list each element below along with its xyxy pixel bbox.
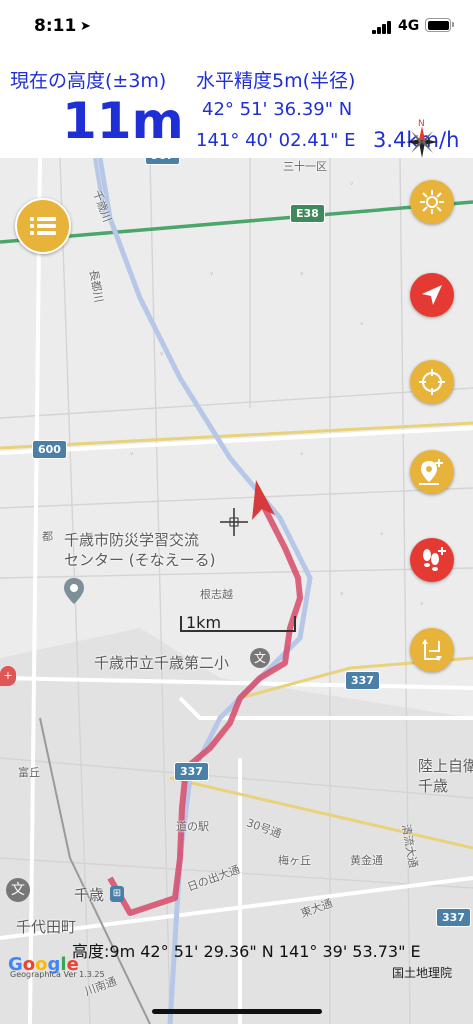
compass-north-label: N	[418, 119, 425, 129]
locate-button[interactable]	[410, 273, 454, 317]
target-icon	[419, 369, 445, 395]
altitude-label: 現在の高度(±3m)	[10, 70, 167, 92]
svg-text:ᵛ: ᵛ	[130, 451, 134, 461]
road-badge: 967	[145, 158, 180, 165]
map-label: 黄金通	[350, 854, 383, 867]
target-button[interactable]	[410, 360, 454, 404]
route-toggle-icon	[422, 639, 442, 661]
cursor-coordinates: 高度:9m 42° 51' 29.36" N 141° 39' 53.73" E	[72, 942, 421, 961]
compass-rose-button[interactable]	[410, 180, 454, 224]
scale-label: 1km	[186, 613, 222, 632]
location-services-icon: ➤	[80, 19, 91, 34]
map-label: 富丘	[18, 766, 40, 779]
poi-label: 千歳市立千歳第二小	[94, 654, 230, 672]
school-icon[interactable]: 文	[6, 878, 30, 902]
map-label: 都	[42, 530, 53, 543]
road-badge: 337	[436, 908, 471, 927]
altitude-value: 11m	[62, 92, 184, 150]
compass-rose-icon	[420, 190, 444, 214]
status-time: 8:11	[34, 16, 77, 36]
map-view[interactable]: ᵛᵛᵛ ᵛᵛᵛ ᵛᵛᵛ ᵛᵛᵛ 967 E38 600 337 337 337 …	[0, 158, 473, 1024]
hospital-icon[interactable]: +	[0, 666, 16, 686]
poi-label: 千歳市防災学習交流 センター (そなえーる)	[64, 531, 216, 569]
battery-icon	[425, 18, 454, 32]
svg-text:ᵛ: ᵛ	[340, 591, 344, 601]
map-label: 三十一区	[283, 160, 327, 173]
map-label: 梅ヶ丘	[278, 854, 311, 867]
road-badge: 337	[174, 762, 209, 781]
svg-text:ᵛ: ᵛ	[160, 351, 164, 361]
longitude-value: 141° 40' 02.41" E	[196, 130, 356, 151]
menu-button[interactable]	[15, 198, 71, 254]
svg-text:ᵛ: ᵛ	[350, 181, 354, 191]
status-bar: 8:11 ➤ 4G	[0, 0, 473, 52]
svg-text:ᵛ: ᵛ	[210, 271, 214, 281]
map-label: 千代田町	[16, 918, 77, 936]
svg-text:ᵛ: ᵛ	[420, 601, 424, 611]
map-label: 道の駅	[176, 820, 209, 833]
location-arrow-icon	[422, 285, 442, 305]
map-label: 根志越	[200, 588, 233, 601]
home-indicator[interactable]	[152, 1009, 322, 1014]
add-track-button[interactable]	[410, 538, 454, 582]
info-panel: 現在の高度(±3m) 11m 水平精度5m(半径) 42° 51' 36.39"…	[0, 52, 473, 158]
svg-text:ᵛ: ᵛ	[300, 271, 304, 281]
network-type: 4G	[398, 18, 420, 34]
svg-text:ᵛ: ᵛ	[300, 451, 304, 461]
signal-icon	[372, 21, 394, 34]
crosshair-icon	[220, 508, 248, 536]
road-badge: E38	[290, 204, 325, 223]
add-footsteps-icon	[423, 547, 446, 571]
road-badge: 600	[32, 440, 67, 459]
add-marker-icon	[419, 459, 443, 485]
train-icon[interactable]: ⊞	[110, 886, 124, 902]
menu-icon	[30, 217, 56, 235]
latitude-value: 42° 51' 36.39" N	[202, 99, 353, 120]
app-version: Geographica Ver 1.3.25	[10, 970, 105, 979]
poi-label: 陸上自衛 千歳	[418, 757, 473, 795]
location-pin-icon[interactable]	[64, 578, 84, 604]
station-label: 千歳	[74, 886, 105, 904]
school-icon[interactable]: 文	[250, 648, 270, 668]
add-marker-button[interactable]	[410, 450, 454, 494]
route-toggle-button[interactable]	[410, 628, 454, 672]
svg-text:ᵛ: ᵛ	[380, 531, 384, 541]
accuracy-label: 水平精度5m(半径)	[196, 70, 356, 92]
map-attribution[interactable]: 国土地理院	[392, 964, 452, 981]
svg-text:ᵛ: ᵛ	[360, 321, 364, 331]
road-badge: 337	[345, 671, 380, 690]
